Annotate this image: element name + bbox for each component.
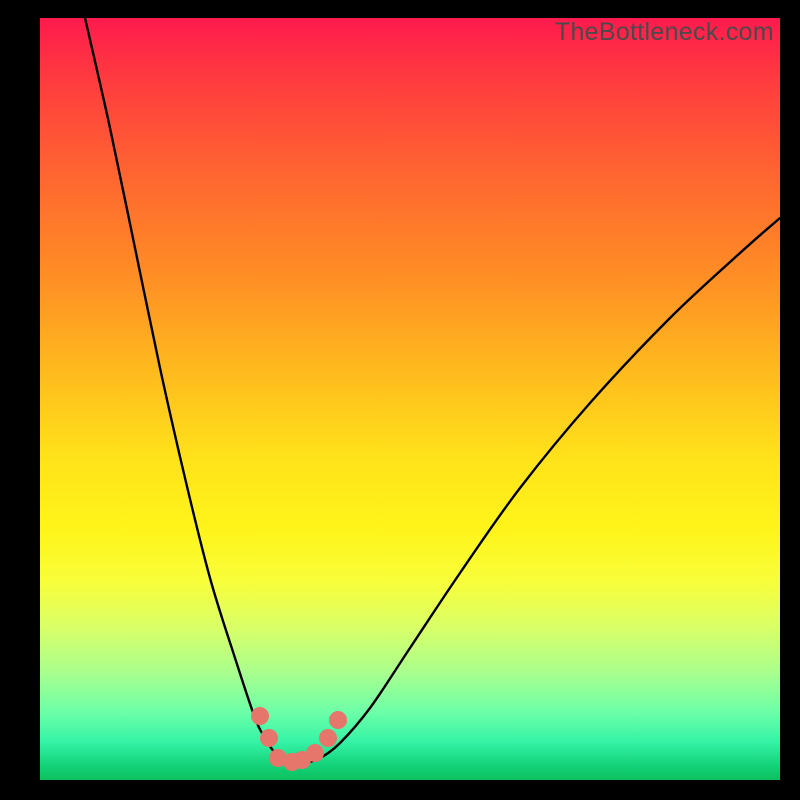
marker-point <box>329 711 347 729</box>
curve-path <box>85 18 780 763</box>
marker-point <box>260 729 278 747</box>
marker-point <box>306 744 324 762</box>
curve-markers <box>251 707 347 771</box>
chart-frame: TheBottleneck.com <box>0 0 800 800</box>
marker-point <box>319 729 337 747</box>
chart-plot-area: TheBottleneck.com <box>40 18 780 780</box>
marker-point <box>251 707 269 725</box>
chart-svg <box>40 18 780 780</box>
